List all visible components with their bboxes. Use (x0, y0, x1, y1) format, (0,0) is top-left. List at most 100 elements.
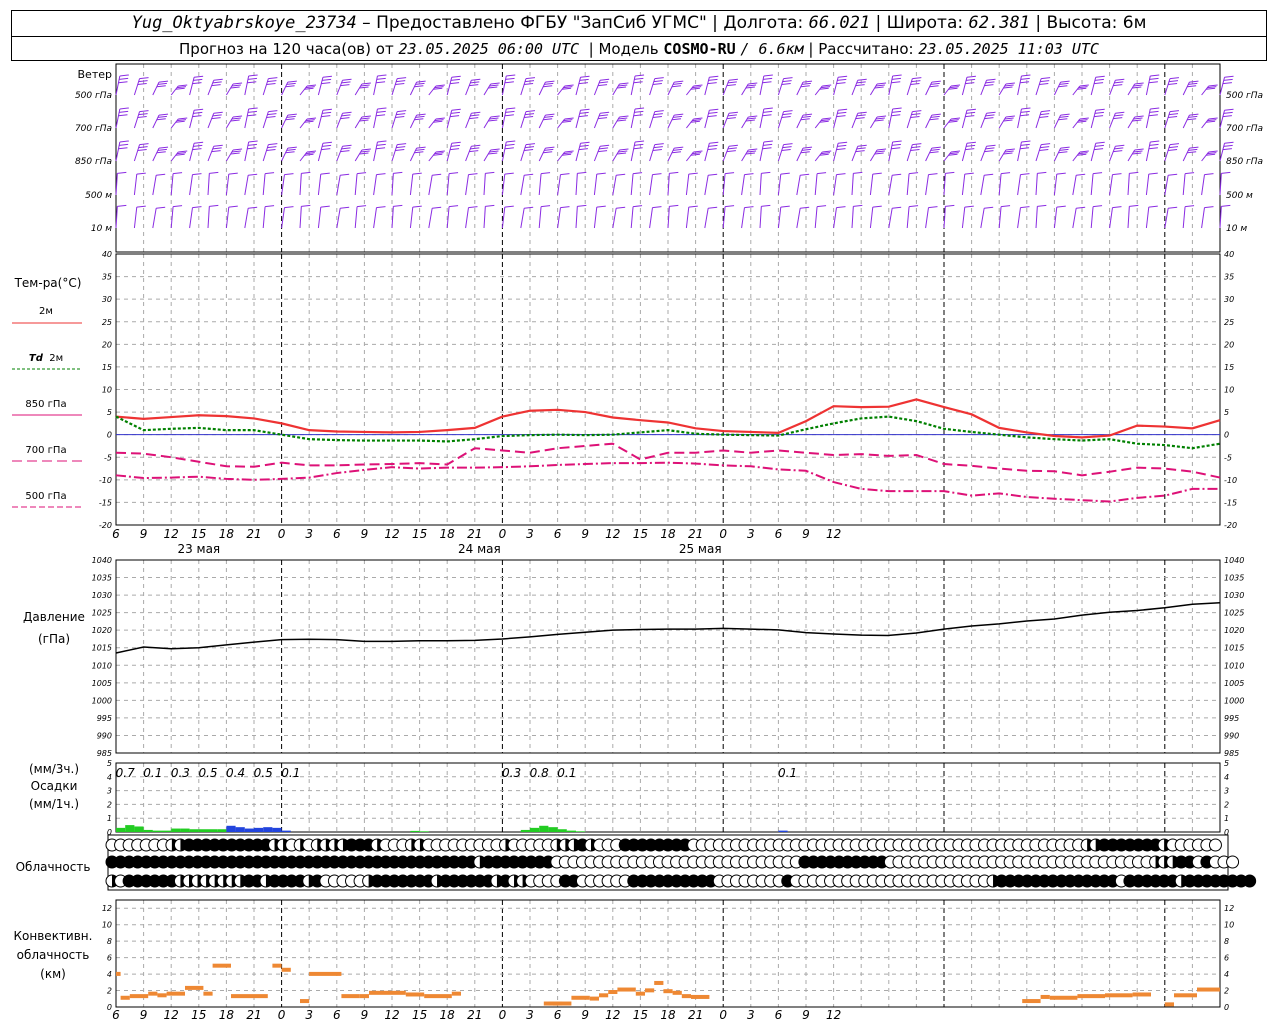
wind-barb-feather (929, 85, 939, 88)
wind-barb-feather (359, 119, 369, 122)
temp-ytick-left: -20 (99, 521, 112, 530)
wind-barb-feather (1112, 206, 1122, 209)
conv-xtick: 18 (440, 1008, 456, 1022)
wind-barb-feather (489, 150, 499, 153)
wind-barb-feather (1133, 150, 1143, 153)
wind-barb-feather (470, 147, 480, 150)
wind-barb-feather (544, 148, 554, 151)
precip-ytick-left: 1 (107, 814, 112, 823)
wind-barb-feather (286, 115, 296, 118)
wind-barb-feather (1207, 152, 1217, 155)
precip-bar (281, 830, 291, 832)
wind-barb-feather (211, 117, 221, 120)
wind-barb-feather (726, 117, 736, 120)
wind-barb-feather (964, 172, 974, 175)
wind-barb-feather (544, 115, 554, 118)
wind-barb-feather (268, 77, 278, 80)
conv-bar (231, 994, 268, 999)
wind-barb-feather (800, 85, 810, 88)
wind-barb-feather (268, 143, 278, 146)
wind-barb-feather (321, 148, 331, 151)
wind-barb (244, 175, 249, 196)
wind-barb (373, 141, 378, 162)
wind-barb-feather (783, 110, 793, 113)
precip-ytick-left: 5 (107, 759, 112, 768)
wind-level-right: 500 гПа (1226, 91, 1263, 101)
wind-barb-feather (1221, 171, 1231, 174)
wind-barb-feather (414, 85, 424, 88)
wind-barb-feather (541, 172, 551, 175)
wind-barb-feather (434, 86, 444, 89)
wind-barb-feather (524, 146, 535, 149)
temp-xtick: 15 (633, 527, 648, 541)
wind-barb-feather (892, 140, 902, 143)
wind-barb-feather (156, 151, 166, 154)
wind-barb-feather (966, 75, 976, 78)
precip-ytick-left: 2 (107, 800, 112, 809)
precip-3h-total: 0.5 (198, 766, 217, 780)
wind-barb-feather (877, 82, 887, 85)
wind-barb-feather (578, 148, 588, 151)
wind-barb-feather (1113, 150, 1123, 153)
wind-barb-feather (415, 82, 425, 85)
wind-barb-feather (673, 82, 683, 85)
wind-barb-feather (1188, 148, 1198, 151)
wind-barb-feather (618, 84, 628, 87)
conv-bar (617, 987, 636, 992)
precip-3h-total: 0.1 (557, 766, 576, 780)
wind-barb-feather (524, 116, 534, 119)
wind-barb-feather (1224, 75, 1234, 78)
wind-barb-feather (745, 152, 755, 155)
wind-barb-feather (377, 107, 387, 110)
wind-barb-feather (266, 116, 276, 119)
wind-barb-feather (910, 149, 920, 152)
conv-bar (405, 992, 425, 997)
wind-barb-feather (747, 150, 757, 153)
wind-barb-feather (619, 148, 629, 151)
wind-barb-feather (341, 114, 351, 117)
wind-barb-feather (231, 150, 241, 153)
wind-barb-feather (247, 143, 258, 146)
wind-barb-feather (376, 77, 386, 80)
wind-barb-feather (1094, 144, 1104, 147)
wind-barb-feather (693, 84, 703, 87)
wind-barb-feather (1148, 147, 1158, 150)
wind-barb-feather (560, 206, 570, 209)
wind-barb-feather (544, 82, 554, 85)
wind-barb-feather (376, 143, 386, 146)
wind-barb-feather (853, 204, 863, 207)
precip-ytick-right: 2 (1224, 800, 1229, 809)
wind-barb-feather (434, 152, 444, 155)
wind-barb-feather (231, 84, 241, 87)
wind-barb-feather (450, 144, 460, 147)
wind-barb-feather (1058, 151, 1068, 154)
wind-barb (704, 175, 709, 196)
wind-barb-feather (817, 205, 827, 208)
wind-barb-feather (543, 118, 553, 121)
wind-barb-feather (175, 120, 185, 123)
wind-barb-feather (305, 86, 315, 89)
precip-3h-total: 0.3 (171, 766, 190, 780)
legend-t700: 700 гПа (25, 445, 67, 456)
wind-barb-feather (652, 206, 662, 209)
conv-bar (691, 994, 710, 999)
wind-barb (465, 174, 469, 196)
wind-barb-feather (819, 153, 829, 156)
wind-barb-feather (1168, 146, 1179, 149)
wind-barb-feather (488, 152, 498, 155)
wind-barb-feather (416, 113, 426, 116)
wind-barb (446, 110, 453, 129)
wind-barb (796, 208, 801, 229)
conv-bar (369, 990, 406, 995)
wind-barb-feather (178, 150, 188, 153)
wind-barb (317, 77, 324, 96)
wind-barb-feather (1150, 140, 1160, 143)
temp-xtick: 3 (305, 527, 313, 541)
wind-barb-feather (892, 173, 902, 176)
wind-barb-feather (1149, 143, 1159, 146)
wind-title: Ветер (77, 68, 112, 81)
temp-ytick-right: 0 (1224, 431, 1229, 440)
wind-barb (115, 108, 121, 129)
temp-xtick: 6 (554, 527, 562, 541)
pressure-unit: (гПа) (37, 632, 71, 646)
